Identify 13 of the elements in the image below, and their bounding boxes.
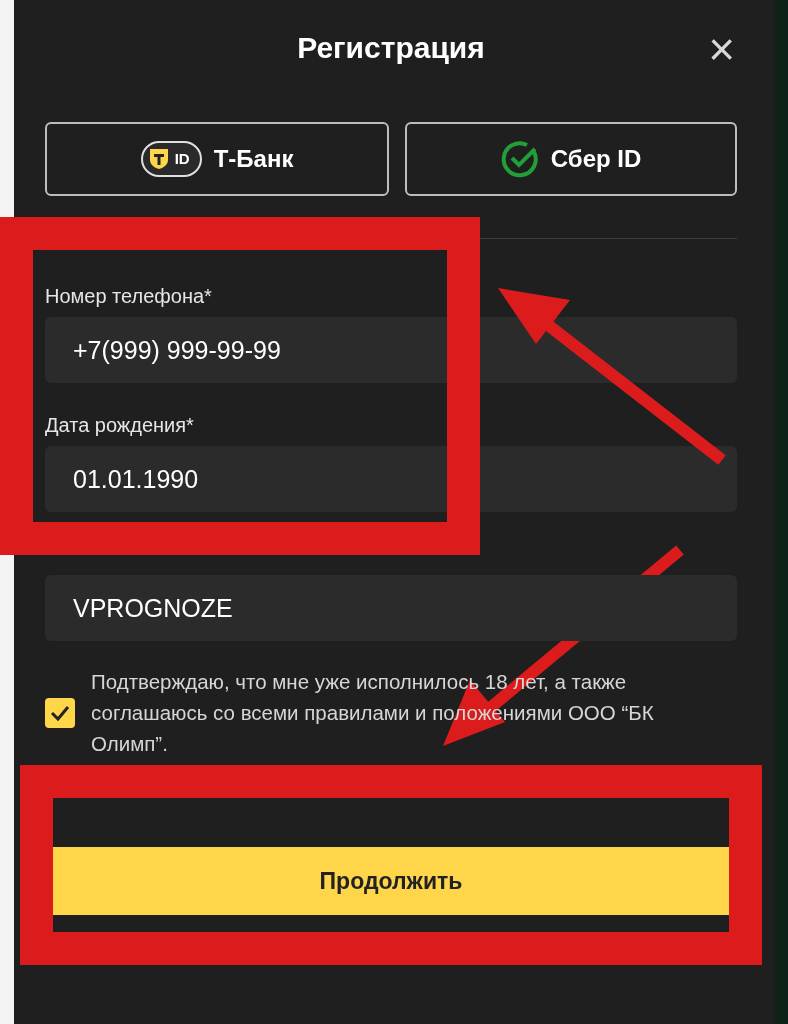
field-label: Номер телефона* <box>45 284 213 309</box>
sso-button[interactable]: ID Т-Банк <box>45 122 390 196</box>
input-field[interactable]: VPROGNOZE <box>45 575 737 641</box>
input-field[interactable]: 01.01.1990 <box>45 446 737 512</box>
field-label: Дата рождения* <box>45 413 195 438</box>
check-circle-icon <box>500 140 539 178</box>
checkbox[interactable] <box>45 697 75 728</box>
input-field[interactable]: +7(999) 999-99-99 <box>45 317 737 383</box>
id-badge: ID <box>140 141 202 177</box>
check-icon <box>50 704 70 721</box>
sso-button[interactable]: Сбер ID <box>405 122 737 196</box>
dialog-title: Регистрация <box>297 30 485 66</box>
close-button[interactable]: × <box>708 26 735 72</box>
